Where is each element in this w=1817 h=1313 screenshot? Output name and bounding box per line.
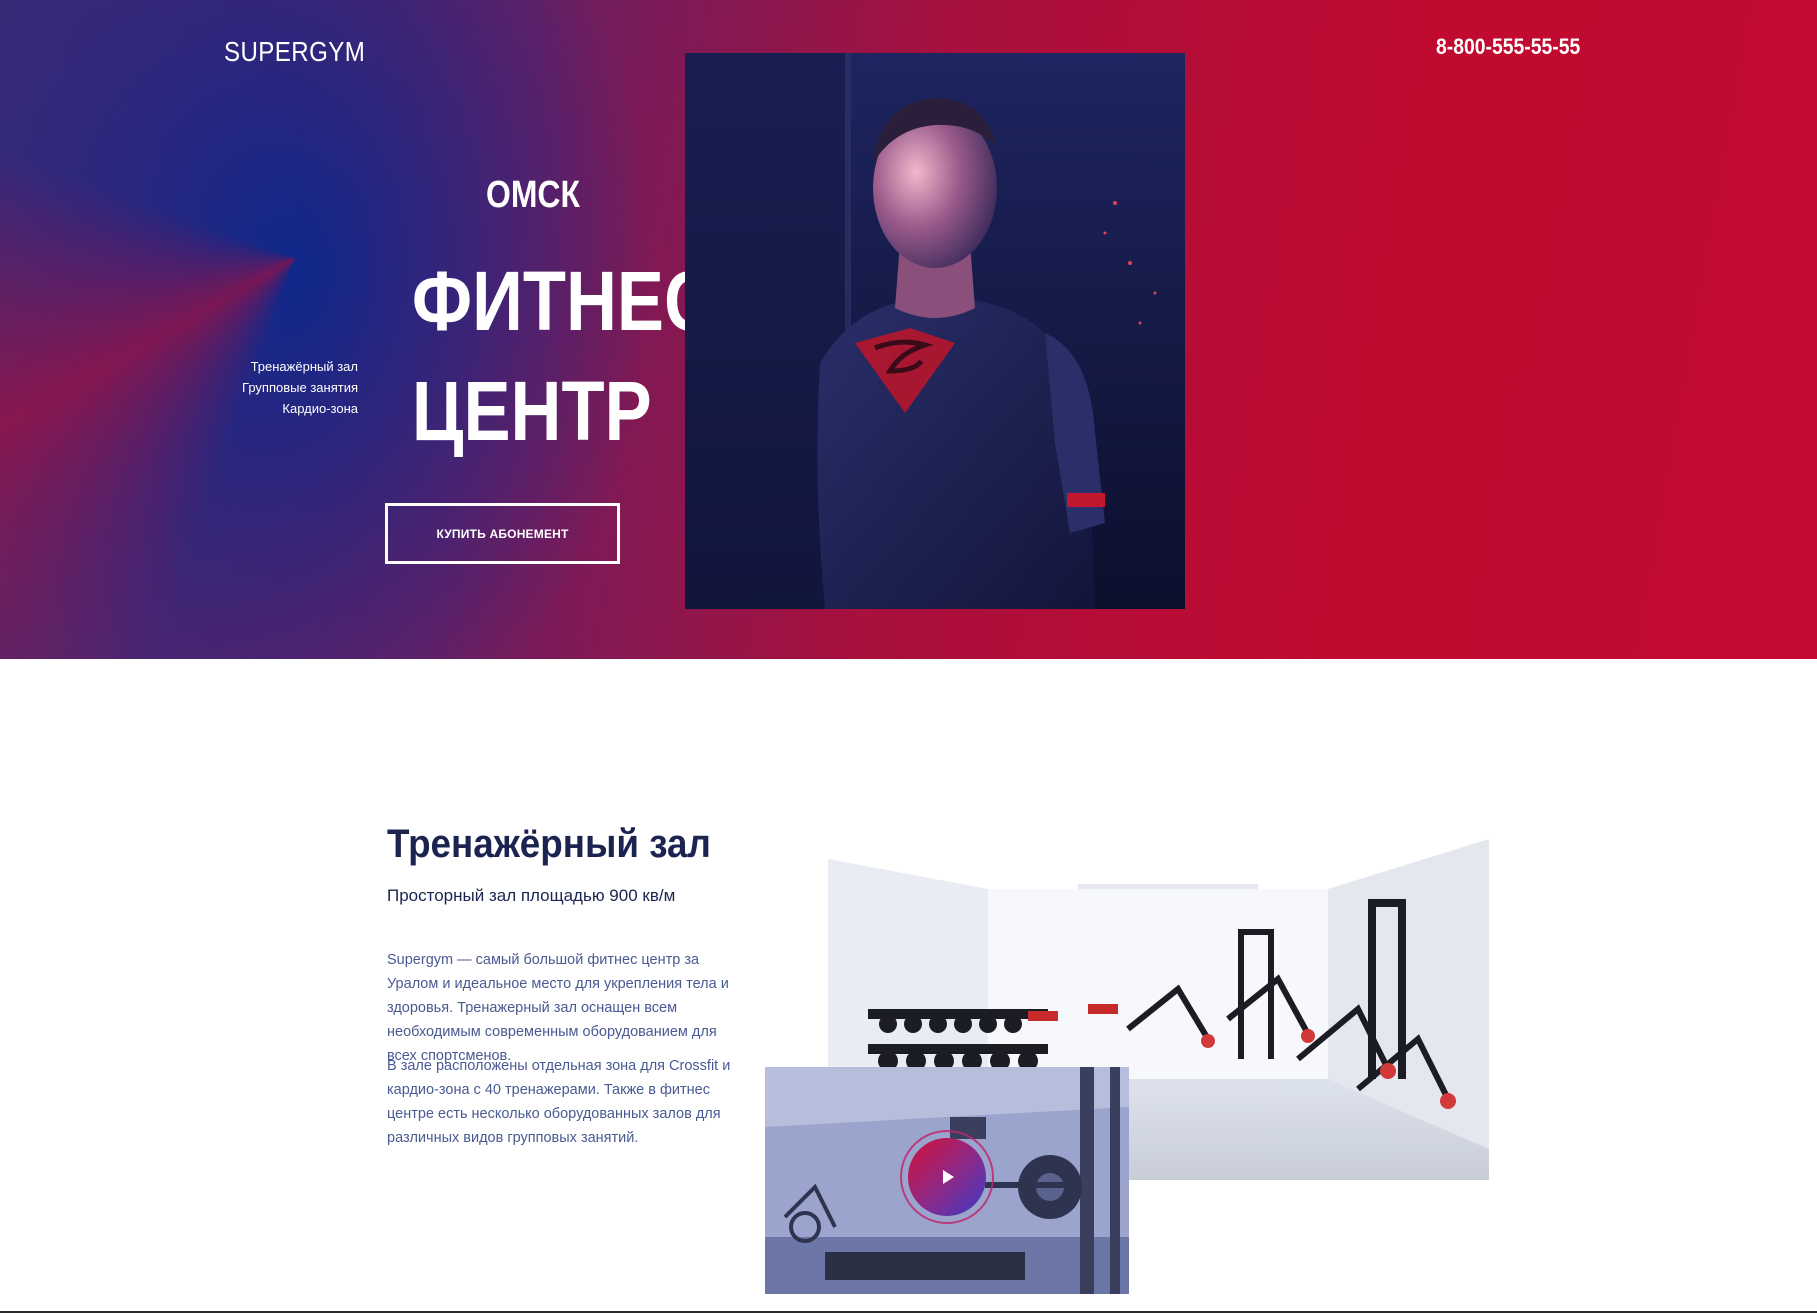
gym-section-title: Тренажёрный зал <box>387 822 711 866</box>
feature-cardio: Кардио-зона <box>282 401 358 416</box>
city-label: ОМСК <box>486 174 580 216</box>
hero-title-line1: ФИТНЕС <box>411 254 715 348</box>
feature-gym: Тренажёрный зал <box>250 359 358 374</box>
site-logo[interactable]: SUPERGYM <box>224 36 365 68</box>
gym-description-2: В зале расположены отдельная зона для Cr… <box>387 1058 731 1146</box>
landing-page: SUPERGYM 8-800-555-55-55 ОМСК ФИТНЕС ЦЕН… <box>0 0 1817 1313</box>
play-video-button[interactable] <box>908 1138 986 1216</box>
gym-video-thumbnail[interactable] <box>765 1067 1129 1294</box>
hero-section: SUPERGYM 8-800-555-55-55 ОМСК ФИТНЕС ЦЕН… <box>0 0 1817 659</box>
hero-title: ФИТНЕС ЦЕНТР <box>370 246 715 466</box>
hero-trainer-photo <box>685 53 1185 609</box>
feature-group-classes: Групповые занятия <box>242 380 358 395</box>
gym-description-1: Supergym — самый большой фитнес центр за… <box>387 952 729 1064</box>
hero-title-line2: ЦЕНТР <box>411 364 652 458</box>
play-icon <box>943 1170 954 1184</box>
buy-membership-button[interactable]: КУПИТЬ АБОНЕМЕНТ <box>385 503 620 564</box>
gym-section-subtitle: Просторный зал площадью 900 кв/м <box>387 886 676 905</box>
phone-number[interactable]: 8-800-555-55-55 <box>1436 34 1580 60</box>
hero-features-list: Тренажёрный зал Групповые занятия Кардио… <box>216 356 358 419</box>
